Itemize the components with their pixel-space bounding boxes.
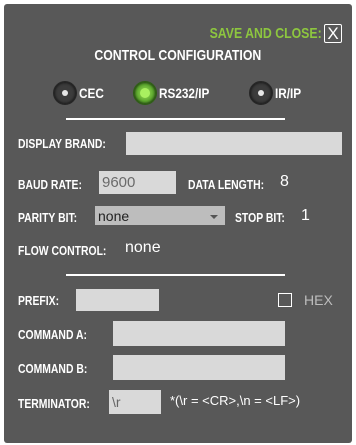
radio-cec[interactable]: CEC — [53, 81, 109, 105]
prefix-value — [76, 291, 79, 307]
command-b-label: COMMAND B: — [18, 361, 88, 376]
baud-rate-label: BAUD RATE: — [18, 177, 82, 192]
command-a-input[interactable] — [113, 321, 285, 346]
close-glyph: X — [327, 24, 339, 43]
flow-control-value: none — [125, 239, 161, 256]
command-b-input[interactable] — [113, 355, 285, 380]
data-length-value: 8 — [280, 173, 289, 190]
prefix-label: PREFIX: — [18, 293, 60, 308]
radio-cec-indicator[interactable] — [53, 81, 77, 105]
parity-bit-value: none — [98, 207, 130, 224]
command-a-label: COMMAND A: — [18, 327, 87, 342]
display-brand-input[interactable] — [126, 132, 342, 155]
radio-ir-ip-indicator[interactable] — [249, 81, 273, 105]
command-a-value — [113, 323, 116, 339]
control-type-radio-group: CEC RS232/IP IR/IP — [4, 81, 352, 105]
prefix-input[interactable] — [76, 289, 159, 311]
hex-checkbox-group[interactable]: HEX — [278, 292, 333, 308]
radio-ir-ip[interactable]: IR/IP — [249, 81, 306, 105]
command-b-value — [113, 357, 116, 373]
radio-ir-ip-label: IR/IP — [275, 85, 302, 101]
baud-rate-value: 9600 — [102, 174, 136, 191]
stop-bit-label: STOP BIT: — [235, 210, 285, 225]
terminator-note: *(\r = <CR>,\n = <LF>) — [170, 393, 301, 408]
divider-top — [66, 118, 285, 120]
chevron-down-icon[interactable] — [210, 215, 218, 219]
page-title: CONTROL CONFIGURATION — [94, 47, 262, 64]
stop-bit-value: 1 — [301, 207, 310, 224]
radio-cec-label: CEC — [79, 85, 104, 101]
save-and-close-label[interactable]: SAVE AND CLOSE: — [210, 25, 322, 42]
control-configuration-panel: SAVE AND CLOSE: X CONTROL CONFIGURATION … — [4, 4, 352, 443]
flow-control-label: FLOW CONTROL: — [18, 243, 107, 258]
parity-bit-select[interactable]: none — [95, 206, 225, 225]
parity-bit-label: PARITY BIT: — [18, 210, 78, 225]
close-icon[interactable]: X — [324, 24, 342, 43]
display-brand-value — [126, 134, 129, 150]
hex-checkbox[interactable] — [278, 293, 292, 307]
terminator-label: TERMINATOR: — [18, 396, 90, 411]
radio-rs232-ip-label: RS232/IP — [159, 85, 210, 101]
terminator-input[interactable]: \r — [109, 390, 161, 414]
baud-rate-input[interactable]: 9600 — [99, 171, 176, 194]
save-and-close[interactable]: SAVE AND CLOSE: X — [185, 24, 342, 43]
radio-rs232-ip-indicator[interactable] — [133, 81, 157, 105]
hex-label: HEX — [304, 292, 333, 308]
data-length-label: DATA LENGTH: — [188, 177, 265, 192]
divider-bottom — [66, 274, 285, 276]
terminator-value: \r — [112, 394, 121, 410]
radio-rs232-ip[interactable]: RS232/IP — [133, 81, 219, 105]
display-brand-label: DISPLAY BRAND: — [18, 136, 106, 151]
